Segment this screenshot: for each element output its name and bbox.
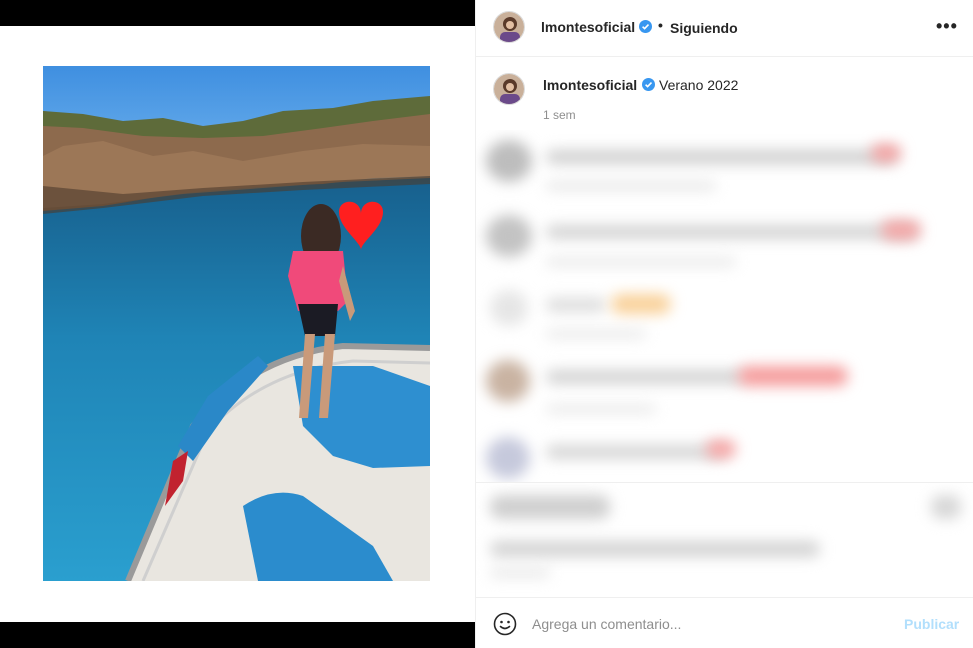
comment-emoji-blurred bbox=[871, 144, 901, 162]
comment-text-blurred bbox=[546, 445, 726, 459]
comment-meta-blurred bbox=[546, 330, 646, 338]
comment-text-blurred bbox=[546, 225, 916, 239]
likes-text-blurred bbox=[490, 541, 820, 557]
comments-list bbox=[476, 130, 973, 482]
comment-meta-blurred bbox=[546, 258, 736, 266]
comment-meta-blurred bbox=[546, 182, 716, 190]
caption-username[interactable]: lmontesoficial bbox=[543, 77, 637, 93]
comment-avatar-blurred bbox=[490, 290, 528, 326]
action-icons-blurred bbox=[490, 495, 610, 519]
comment-form: Publicar bbox=[476, 597, 973, 648]
comment-emoji-blurred bbox=[881, 220, 921, 240]
verified-badge-icon bbox=[639, 20, 652, 33]
media-pane bbox=[0, 0, 475, 648]
verified-badge-icon bbox=[642, 78, 655, 91]
date-text-blurred bbox=[490, 569, 550, 577]
comment-text-blurred bbox=[546, 150, 896, 164]
more-options-icon[interactable]: ••• bbox=[936, 16, 958, 37]
comment-text-blurred bbox=[546, 370, 746, 384]
comment-avatar-blurred bbox=[486, 360, 530, 402]
caption-avatar-image bbox=[494, 74, 524, 104]
comment-meta-blurred bbox=[546, 405, 656, 413]
post-photo[interactable] bbox=[43, 66, 430, 581]
author-avatar[interactable] bbox=[493, 11, 525, 43]
comment-text-blurred bbox=[546, 298, 606, 312]
caption-avatar[interactable] bbox=[493, 73, 525, 105]
caption: lmontesoficial Verano 2022 1 sem bbox=[476, 70, 973, 130]
post-sidebar: lmontesoficial • Siguiendo ••• lmontesof… bbox=[475, 0, 973, 648]
following-button[interactable]: Siguiendo bbox=[670, 20, 738, 36]
comment-emoji-blurred bbox=[706, 440, 736, 458]
caption-timestamp[interactable]: 1 sem bbox=[543, 108, 576, 122]
caption-text: Verano 2022 bbox=[659, 77, 739, 93]
comment-avatar-blurred bbox=[486, 437, 530, 479]
post-photo-image bbox=[43, 66, 430, 581]
comment-avatar-blurred bbox=[486, 215, 532, 257]
comment-avatar-blurred bbox=[486, 140, 532, 182]
author-username[interactable]: lmontesoficial bbox=[541, 19, 635, 35]
actions-area bbox=[476, 482, 973, 596]
comment-emoji-blurred bbox=[738, 366, 848, 386]
header-separator: • bbox=[658, 17, 663, 33]
comment-input[interactable] bbox=[532, 614, 892, 634]
save-icon-blurred bbox=[931, 495, 961, 519]
author-avatar-image bbox=[494, 12, 524, 42]
comment-emoji-blurred bbox=[611, 294, 671, 314]
publish-button[interactable]: Publicar bbox=[904, 616, 959, 632]
post-header: lmontesoficial • Siguiendo ••• bbox=[476, 0, 973, 57]
emoji-smiley-icon[interactable] bbox=[493, 612, 517, 636]
